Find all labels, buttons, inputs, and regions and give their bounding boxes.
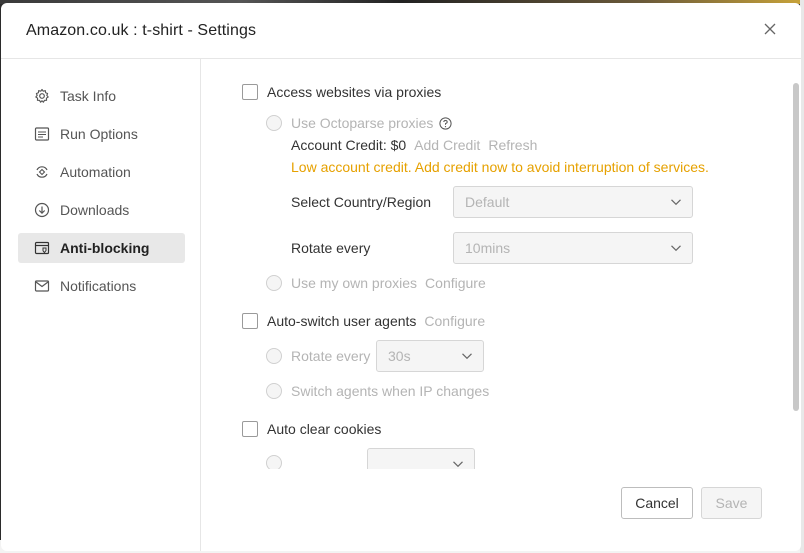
user-agents-configure-link[interactable]: Configure [424,313,485,329]
help-icon[interactable] [439,116,453,130]
octoparse-proxies-option: Use Octoparse proxies [266,115,453,131]
sidebar-item-anti-blocking[interactable]: Anti-blocking [18,233,185,263]
user-agents-option: Auto-switch user agents Configure [242,313,485,329]
proxy-rotate-row: Rotate every [291,240,370,256]
browser-shield-icon [34,240,50,256]
sidebar-item-label: Run Options [60,126,138,142]
chevron-down-icon [453,461,463,468]
proxies-option: Access websites via proxies [242,84,441,100]
settings-dialog: Amazon.co.uk : t-shirt - Settings Task I… [1,3,801,551]
country-row: Select Country/Region [291,194,431,210]
cookies-clear-radio[interactable] [266,455,282,469]
automation-icon [34,164,50,180]
own-proxies-option: Use my own proxies Configure [266,275,486,291]
agents-rotate-select[interactable]: 30s [376,340,484,372]
cancel-button[interactable]: Cancel [621,487,693,519]
sidebar-item-label: Downloads [60,202,130,218]
octoparse-proxies-label: Use Octoparse proxies [291,115,434,131]
own-proxies-configure-link[interactable]: Configure [425,275,486,291]
proxy-rotate-select[interactable]: 10mins [453,232,693,264]
settings-sidebar: Task Info Run Options Automation Downloa… [1,59,201,551]
sidebar-item-label: Notifications [60,278,137,294]
switch-ip-label: Switch agents when IP changes [291,383,490,399]
anti-blocking-panel: Access websites via proxies Use Octopars… [202,59,801,469]
sidebar-item-label: Anti-blocking [60,240,150,256]
add-credit-link[interactable]: Add Credit [414,137,480,153]
cookies-option: Auto clear cookies [242,421,381,437]
proxies-checkbox[interactable] [242,84,258,100]
download-icon [34,202,50,218]
switch-ip-radio[interactable] [266,383,282,399]
chevron-down-icon [462,353,472,360]
list-icon [34,126,50,142]
sidebar-item-run-options[interactable]: Run Options [18,119,185,149]
own-proxies-radio[interactable] [266,275,282,291]
content-scrollbar[interactable] [793,83,799,411]
switch-ip-option: Switch agents when IP changes [266,383,489,399]
proxy-rotate-value: 10mins [465,240,511,256]
dialog-header: Amazon.co.uk : t-shirt - Settings [1,3,801,59]
proxy-rotate-label: Rotate every [291,240,371,256]
sidebar-item-notifications[interactable]: Notifications [18,271,185,301]
sidebar-item-label: Automation [60,164,131,180]
own-proxies-label: Use my own proxies [291,275,418,291]
cookies-checkbox[interactable] [242,421,258,437]
user-agents-label: Auto-switch user agents [267,313,417,329]
gear-icon [34,88,50,104]
user-agents-checkbox[interactable] [242,313,258,329]
cookies-label: Auto clear cookies [267,421,382,437]
cookies-clear-option-clipped [266,455,291,469]
agents-rotate-label: Rotate every [291,348,371,364]
account-credit-row: Account Credit: $0 Add Credit Refresh [291,137,537,153]
credit-warning-text: Low account credit. Add credit now to av… [291,159,709,175]
agents-rotate-option: Rotate every [266,348,370,364]
country-select-value: Default [465,194,510,210]
proxies-label: Access websites via proxies [267,84,442,100]
close-icon [764,23,776,35]
mail-icon [34,278,50,294]
agents-rotate-value: 30s [388,348,411,364]
sidebar-item-downloads[interactable]: Downloads [18,195,185,225]
chevron-down-icon [671,199,681,206]
credit-warning: Low account credit. Add credit now to av… [291,159,709,175]
country-label: Select Country/Region [291,194,432,210]
country-select[interactable]: Default [453,186,693,218]
agents-rotate-radio[interactable] [266,348,282,364]
chevron-down-icon [671,245,681,252]
save-button[interactable]: Save [701,487,762,519]
sidebar-item-task-info[interactable]: Task Info [18,81,185,111]
account-credit-label: Account Credit: $0 [291,137,407,153]
sidebar-item-label: Task Info [60,88,117,104]
dialog-title: Amazon.co.uk : t-shirt - Settings [26,22,257,39]
close-button[interactable] [761,20,779,38]
sidebar-item-automation[interactable]: Automation [18,157,185,187]
cookies-clear-select-clipped[interactable] [367,448,475,469]
refresh-link[interactable]: Refresh [488,137,537,153]
octoparse-proxies-radio[interactable] [266,115,282,131]
